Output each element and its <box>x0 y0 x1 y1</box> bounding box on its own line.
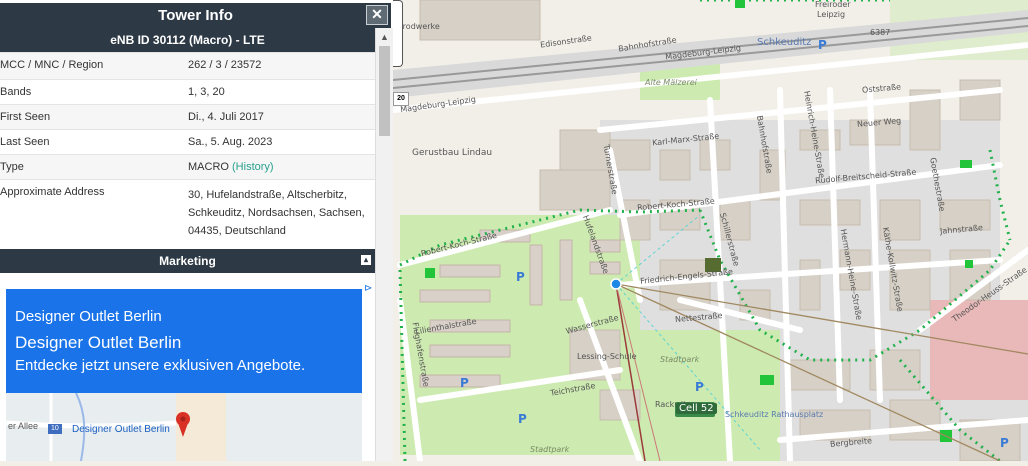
place-label: Gerustbau Lindau <box>412 148 493 158</box>
place-label: Prodwerke <box>398 22 440 31</box>
tower-header: eNB ID 30112 (Macro) - LTE <box>0 28 375 52</box>
parking-icon: P <box>460 376 469 390</box>
station-label: Schkeuditz Rathausplatz <box>725 410 824 419</box>
parking-icon: P <box>818 38 827 52</box>
ad-map[interactable]: 10 er Allee Designer Outlet Berlin <box>5 392 362 462</box>
adchoices-icon[interactable]: ⊳ <box>364 283 372 294</box>
place-label: 6387 <box>870 28 891 37</box>
parking-icon: P <box>695 380 704 394</box>
zoom-control[interactable] <box>393 0 403 67</box>
place-label: Stadtpark <box>530 445 570 454</box>
place-label: Lessing-Schule <box>577 352 637 361</box>
place-label: Stadtpark <box>660 355 700 364</box>
parking-icon: P <box>1000 436 1009 450</box>
row-label: Last Seen <box>0 129 188 155</box>
parking-icon: P <box>516 270 525 284</box>
row-label: Type <box>0 154 188 180</box>
tower-info-panel: Tower Info ✕ eNB ID 30112 (Macro) - LTE … <box>0 0 393 462</box>
ad-line3: Entdecke jetzt unsere exklusiven Angebot… <box>15 357 306 374</box>
collapse-icon[interactable]: ▴ <box>361 255 371 265</box>
place-label: Leipzig <box>817 10 846 19</box>
marketing-title: Marketing <box>159 254 216 268</box>
row-value: Di., 4. Juli 2017 <box>188 104 375 130</box>
row-label: Approximate Address <box>0 179 188 246</box>
ad-line2: Designer Outlet Berlin <box>15 333 182 352</box>
row-label: First Seen <box>0 104 188 130</box>
scale-indicator: 20 <box>393 92 409 106</box>
tower-info-table: MCC / MNC / Region 262 / 3 / 23572 Bands… <box>0 52 375 246</box>
table-row: Bands 1, 3, 20 <box>0 79 375 105</box>
panel-scrollbar[interactable]: ▲ <box>375 28 393 461</box>
history-link[interactable]: (History) <box>232 161 274 173</box>
map-pin-label: Designer Outlet Berlin <box>72 424 170 435</box>
row-value: 1, 3, 20 <box>188 79 375 105</box>
table-row: First Seen Di., 4. Juli 2017 <box>0 104 375 130</box>
parking-icon: P <box>518 412 527 426</box>
ad-map-graphic <box>5 392 362 462</box>
road-label: er Allee <box>8 421 39 431</box>
panel-title: Tower Info <box>0 3 391 28</box>
marketing-header[interactable]: Marketing ▴ <box>0 249 375 273</box>
table-row: Approximate Address 30, Hufelandstraße, … <box>0 179 375 246</box>
row-value: 30, Hufelandstraße, Altscherbitz, Schkeu… <box>188 179 375 246</box>
row-label: MCC / MNC / Region <box>0 52 188 80</box>
row-value: 262 / 3 / 23572 <box>188 52 375 80</box>
scrollbar-thumb[interactable] <box>379 46 390 136</box>
ad-banner[interactable]: Designer Outlet Berlin Designer Outlet B… <box>6 289 362 393</box>
town-label: Schkeuditz <box>757 37 812 48</box>
type-value: MACRO <box>188 161 229 173</box>
table-row: Last Seen Sa., 5. Aug. 2023 <box>0 129 375 155</box>
street-label: Freiroder <box>815 0 851 9</box>
place-label: Alte Mälzerei <box>645 78 697 87</box>
advertisement[interactable]: Designer Outlet Berlin Designer Outlet B… <box>5 283 372 462</box>
ad-line1: Designer Outlet Berlin <box>15 308 162 325</box>
route-number: 10 <box>51 425 59 432</box>
table-row: MCC / MNC / Region 262 / 3 / 23572 <box>0 52 375 80</box>
row-label: Bands <box>0 79 188 105</box>
row-value: MACRO (History) <box>188 154 375 180</box>
table-row: Type MACRO (History) <box>0 154 375 180</box>
cell-label[interactable]: Cell 52 <box>676 403 717 414</box>
scroll-up-icon[interactable]: ▲ <box>380 32 389 42</box>
close-icon[interactable]: ✕ <box>366 5 388 25</box>
row-value: Sa., 5. Aug. 2023 <box>188 129 375 155</box>
